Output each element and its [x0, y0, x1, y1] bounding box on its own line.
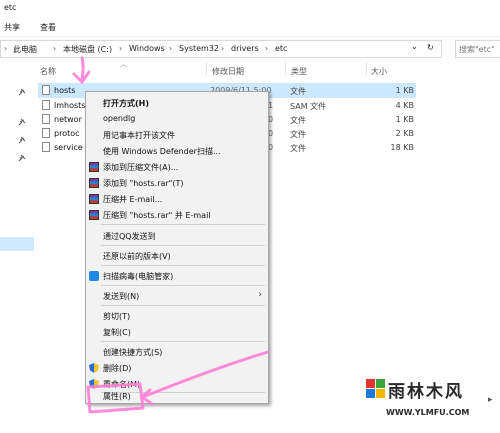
annotation-overlay [72, 56, 270, 414]
watermark-url: WWW.YLMFU.COM [386, 408, 470, 417]
watermark-logo-text: 雨林木风 [388, 382, 464, 402]
scroll-arrow-icon[interactable]: ▸ [488, 395, 493, 405]
logo-square-yellow [376, 389, 385, 398]
logo-square-green [376, 379, 385, 388]
annotation-box-properties [86, 382, 145, 414]
logo-square-red [366, 379, 375, 388]
annotation-arrow-hosts [72, 56, 91, 85]
logo-square-blue [366, 389, 375, 398]
watermark: 雨林木风 WWW.YLMFU.COM [366, 375, 490, 427]
annotation-arrow-properties [139, 350, 270, 406]
